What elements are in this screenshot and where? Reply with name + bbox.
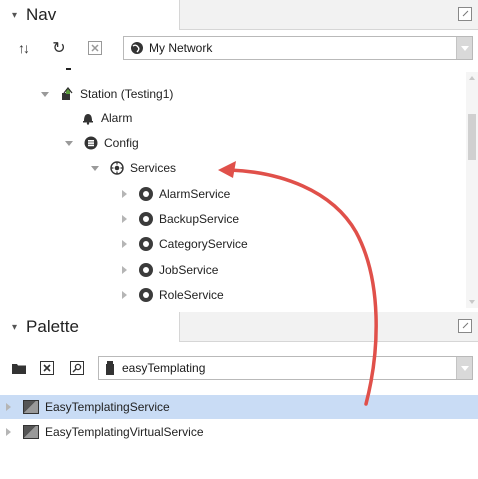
drag-annotation-arrow: [218, 161, 378, 406]
